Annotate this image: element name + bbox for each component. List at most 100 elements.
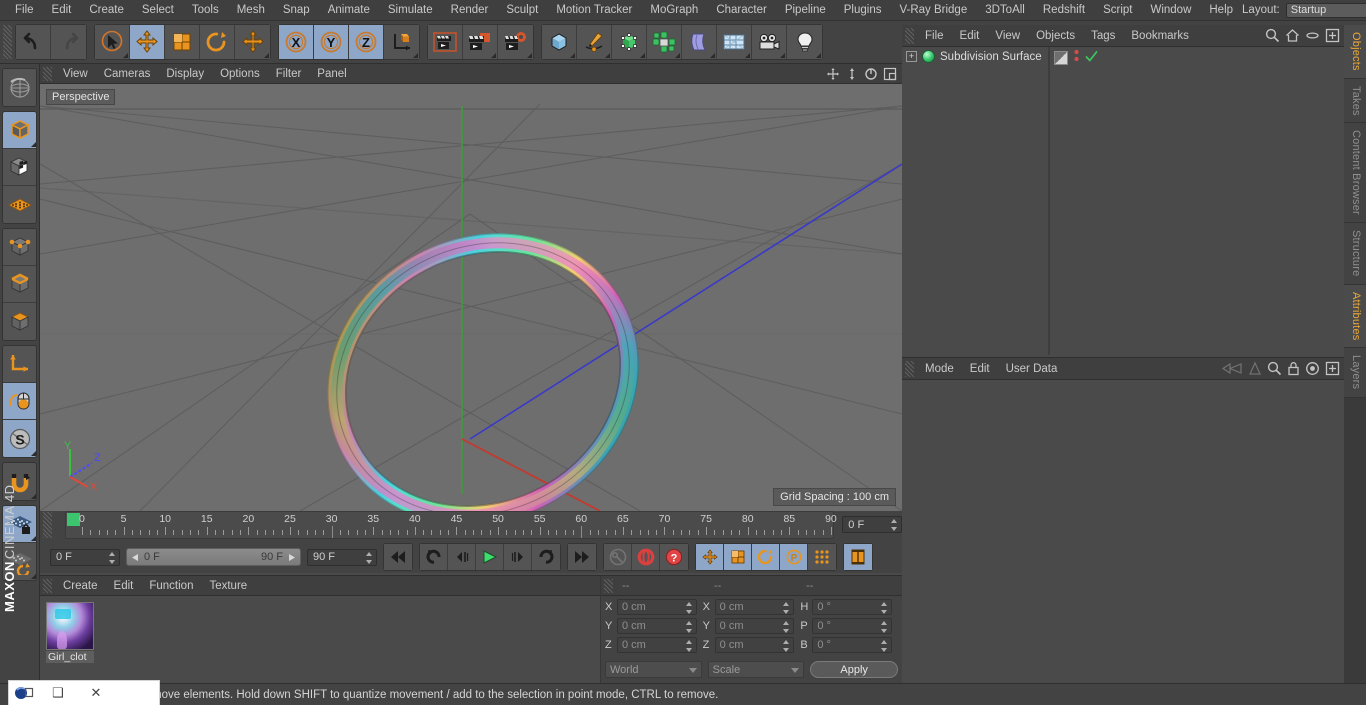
record-active-objects-button[interactable]: [604, 544, 632, 570]
coord-mode-select[interactable]: Scale: [707, 661, 805, 678]
redo-button[interactable]: [51, 25, 86, 59]
menu-item-character[interactable]: Character: [707, 0, 776, 21]
polygons-mode[interactable]: [3, 303, 36, 340]
spinner-icon[interactable]: [891, 519, 898, 531]
move-tool[interactable]: [130, 25, 165, 59]
coordinates-grip[interactable]: [604, 578, 613, 593]
timeline-toggle-button[interactable]: [844, 544, 872, 570]
coord-position-field-y[interactable]: 0 cm: [617, 618, 697, 634]
menu-item-animate[interactable]: Animate: [319, 0, 379, 21]
menu-item-motion-tracker[interactable]: Motion Tracker: [547, 0, 641, 21]
position-key-button[interactable]: [696, 544, 724, 570]
material-thumbnail[interactable]: [46, 602, 94, 650]
world-object-axis[interactable]: [384, 25, 419, 59]
scale-tool[interactable]: [165, 25, 200, 59]
layout-select[interactable]: Startup: [1285, 2, 1366, 18]
object-menu-item-bookmarks[interactable]: Bookmarks: [1123, 25, 1197, 47]
vertical-tab-objects[interactable]: Objects: [1344, 25, 1366, 79]
object-menu-item-tags[interactable]: Tags: [1083, 25, 1123, 47]
lock-z-axis[interactable]: Z: [349, 25, 384, 59]
material-menu-item-function[interactable]: Function: [141, 576, 201, 596]
menu-item-edit[interactable]: Edit: [43, 0, 81, 21]
maximize-icon[interactable]: [881, 66, 898, 82]
viewport-3d[interactable]: Perspective Grid Spacing : 100 cm Y Z X: [40, 84, 902, 511]
model-mode[interactable]: [3, 112, 36, 149]
coord-position-field-x[interactable]: 0 cm: [617, 599, 697, 615]
render-settings-button[interactable]: [498, 25, 533, 59]
parameter-key-button[interactable]: P: [780, 544, 808, 570]
spinner-icon[interactable]: [881, 621, 888, 633]
timeline-grip[interactable]: [43, 512, 52, 538]
move-duplicate-tool[interactable]: [235, 25, 270, 59]
vertical-tab-layers[interactable]: Layers: [1344, 348, 1366, 398]
dolly-icon[interactable]: [843, 66, 860, 82]
texture-mode[interactable]: [3, 149, 36, 186]
render-view-button[interactable]: [428, 25, 463, 59]
spinner-icon[interactable]: [881, 640, 888, 652]
spinner-icon[interactable]: [685, 602, 693, 614]
coord-size-field-z[interactable]: 0 cm: [714, 637, 795, 653]
menu-item-v-ray-bridge[interactable]: V-Ray Bridge: [890, 0, 976, 21]
close-button[interactable]: ✕: [77, 681, 115, 705]
material-list[interactable]: Girl_clot: [40, 596, 600, 684]
vertical-tab-content-browser[interactable]: Content Browser: [1344, 123, 1366, 224]
menu-item-create[interactable]: Create: [80, 0, 133, 21]
render-region-button[interactable]: [463, 25, 498, 59]
menu-item-sculpt[interactable]: Sculpt: [497, 0, 547, 21]
menu-item-mograph[interactable]: MoGraph: [641, 0, 707, 21]
spinner-icon[interactable]: [783, 602, 790, 614]
keyframe-selection-button[interactable]: ?: [660, 544, 688, 570]
search-icon[interactable]: [1265, 28, 1280, 46]
minimize-button[interactable]: ❑: [39, 681, 77, 705]
lock-x-axis[interactable]: X: [279, 25, 314, 59]
add-primitive-button[interactable]: [542, 25, 577, 59]
current-frame-field[interactable]: 0 F: [842, 516, 902, 533]
object-manager-grip[interactable]: [905, 27, 914, 44]
apply-button[interactable]: Apply: [810, 661, 899, 678]
lock-y-axis[interactable]: Y: [314, 25, 349, 59]
go-to-start-button[interactable]: [384, 544, 412, 570]
add-layer-icon[interactable]: [1325, 28, 1340, 46]
material-grip[interactable]: [43, 578, 52, 593]
coord-system-select[interactable]: World: [605, 661, 702, 678]
next-keyframe-button[interactable]: [532, 544, 560, 570]
menu-item-plugins[interactable]: Plugins: [835, 0, 891, 21]
menu-item-3dtoall[interactable]: 3DToAll: [976, 0, 1034, 21]
material-item[interactable]: Girl_clot: [46, 602, 96, 663]
go-to-end-button[interactable]: [568, 544, 596, 570]
object-menu-item-objects[interactable]: Objects: [1028, 25, 1083, 47]
spinner-icon[interactable]: [109, 551, 116, 564]
autokeying-button[interactable]: [632, 544, 660, 570]
spinner-icon[interactable]: [783, 640, 790, 652]
viewport-menu-item-filter[interactable]: Filter: [268, 64, 310, 84]
ellipse-icon[interactable]: [1305, 28, 1320, 46]
spinner-icon[interactable]: [881, 602, 888, 614]
end-frame-field[interactable]: 90 F: [307, 548, 377, 566]
menu-item-mesh[interactable]: Mesh: [228, 0, 274, 21]
add-generator-button[interactable]: [612, 25, 647, 59]
rotate-icon[interactable]: [862, 66, 879, 82]
viewport-menu-item-panel[interactable]: Panel: [309, 64, 354, 84]
menu-item-redshift[interactable]: Redshift: [1034, 0, 1094, 21]
snap-mode[interactable]: S: [3, 420, 36, 457]
lock-icon[interactable]: [1287, 361, 1300, 379]
vertical-tab-structure[interactable]: Structure: [1344, 223, 1366, 285]
add-deformer-button[interactable]: [682, 25, 717, 59]
previous-keyframe-button[interactable]: [420, 544, 448, 570]
coord-size-field-y[interactable]: 0 cm: [714, 618, 795, 634]
add-environment-button[interactable]: [717, 25, 752, 59]
toolbar-grip[interactable]: [3, 25, 12, 59]
spinner-icon[interactable]: [685, 621, 693, 633]
spinner-icon[interactable]: [685, 640, 693, 652]
workplane-mode[interactable]: [3, 186, 36, 223]
attributes-grip[interactable]: [905, 360, 914, 377]
undo-view-tool[interactable]: [3, 69, 36, 106]
step-forward-button[interactable]: [504, 544, 532, 570]
viewport-grip[interactable]: [43, 66, 52, 81]
viewport-menu-item-display[interactable]: Display: [158, 64, 212, 84]
menu-item-help[interactable]: Help: [1200, 0, 1242, 21]
attributes-menu-item-mode[interactable]: Mode: [917, 358, 962, 380]
coord-rotation-field-h[interactable]: 0 °: [812, 599, 893, 615]
menu-item-select[interactable]: Select: [133, 0, 183, 21]
point-level-animation-button[interactable]: [808, 544, 836, 570]
